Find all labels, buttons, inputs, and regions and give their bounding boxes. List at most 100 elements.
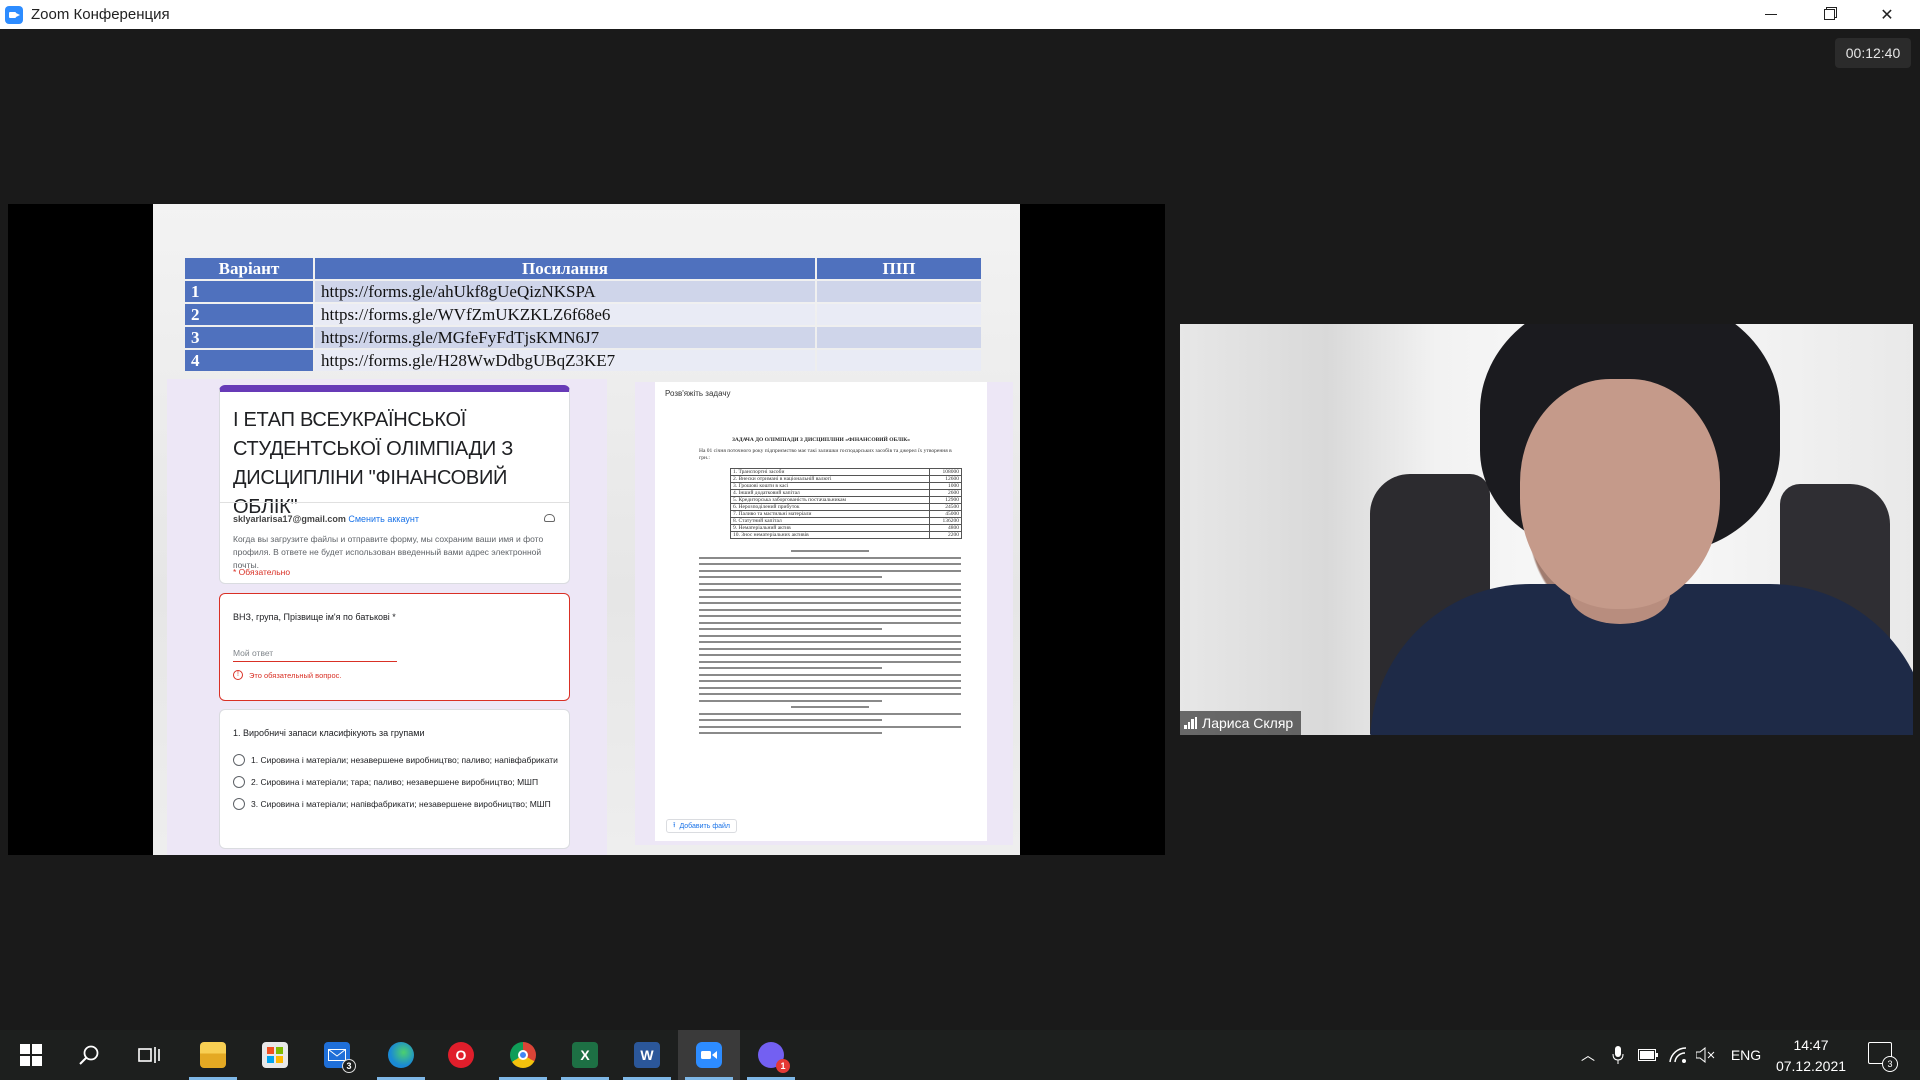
error-icon: ! xyxy=(233,670,243,680)
taskbar-app-edge[interactable] xyxy=(370,1030,432,1080)
error-text: Это обязательный вопрос. xyxy=(249,670,342,680)
volume-tray[interactable] xyxy=(1694,1030,1718,1080)
battery-tray[interactable] xyxy=(1636,1030,1660,1080)
item-value: 12900 xyxy=(929,496,962,504)
radio-option[interactable]: 3. Сировина і матеріали; напівфабрикати;… xyxy=(233,798,551,810)
taskbar-app-word[interactable]: W xyxy=(616,1030,678,1080)
radio-button-icon xyxy=(233,754,245,766)
participant-video[interactable]: Лариса Скляр xyxy=(1180,324,1913,735)
item-value: 24500 xyxy=(929,503,962,511)
item-value: 2200 xyxy=(929,531,962,539)
viber-badge: 1 xyxy=(776,1059,790,1073)
variants-table: Варіант Посилання ПІП 1 https://forms.gl… xyxy=(183,256,983,373)
question-card-inventory: 1. Виробничі запаси класифікують за груп… xyxy=(219,709,570,849)
taskbar-app-store[interactable] xyxy=(244,1030,306,1080)
table-row: 3 https://forms.gle/MGfeFyFdTjsKMN6J7 xyxy=(185,327,981,348)
participant-face xyxy=(1520,379,1720,609)
task-view-button[interactable] xyxy=(118,1030,180,1080)
table-row: 2 https://forms.gle/WVfZmUKZKLZ6f68e6 xyxy=(185,304,981,325)
table-header: Варіант xyxy=(185,258,313,279)
item-name: 9. Нематеріальний актив xyxy=(730,524,930,532)
start-icon xyxy=(20,1044,42,1066)
form-link[interactable]: https://forms.gle/H28WwDdbgUBqZ3KE7 xyxy=(315,350,815,371)
window-title: Zoom Конференция xyxy=(31,6,170,23)
document-title: ЗАДАЧА ДО ОЛІМПІАДИ З ДИСЦИПЛІНИ «ФІНАНС… xyxy=(732,437,910,443)
table-row: 1. Транспортні засоби 108000 xyxy=(730,468,962,476)
task-text-block xyxy=(699,550,961,739)
item-name: 5. Кредиторська заборгованість постачаль… xyxy=(730,496,930,504)
taskbar-app-excel[interactable]: X xyxy=(554,1030,616,1080)
question-card-name: ВНЗ, група, Прізвище ім'я по батькові * … xyxy=(219,593,570,701)
table-header: Посилання xyxy=(315,258,815,279)
form-link[interactable]: https://forms.gle/ahUkf8gUeQizNKSPA xyxy=(315,281,815,302)
task-view-icon xyxy=(138,1047,160,1063)
pib-cell xyxy=(817,350,981,371)
account-email-text: sklyarlarisa17@gmail.com xyxy=(233,514,346,524)
title-bar: Zoom Конференция ✕ xyxy=(0,0,1920,29)
close-icon: ✕ xyxy=(1880,6,1894,24)
table-row: 7. Паливо та мастильні матеріали 45000 xyxy=(730,510,962,518)
taskbar-app-chrome[interactable] xyxy=(492,1030,554,1080)
search-button[interactable] xyxy=(58,1030,120,1080)
restore-button[interactable] xyxy=(1800,0,1858,29)
radio-option[interactable]: 2. Сировина і матеріали; тара; паливо; н… xyxy=(233,776,538,788)
item-name: 1. Транспортні засоби xyxy=(730,468,930,476)
table-row: 10. Знос нематеріальних активів 2200 xyxy=(730,531,962,539)
divider xyxy=(220,502,569,503)
answer-input[interactable]: Мой ответ xyxy=(233,648,397,662)
language-indicator[interactable]: ENG xyxy=(1726,1030,1766,1080)
store-icon xyxy=(262,1042,288,1068)
show-hidden-icons[interactable]: ︿ xyxy=(1576,1030,1600,1080)
battery-icon xyxy=(1638,1049,1658,1061)
close-button[interactable]: ✕ xyxy=(1858,0,1916,29)
taskbar-app-zoom[interactable] xyxy=(678,1030,740,1080)
form-link[interactable]: https://forms.gle/WVfZmUKZKLZ6f68e6 xyxy=(315,304,815,325)
taskbar-clock[interactable]: 14:47 07.12.2021 xyxy=(1768,1035,1854,1077)
minimize-button[interactable] xyxy=(1742,0,1800,29)
table-header: ПІП xyxy=(817,258,981,279)
variant-number: 3 xyxy=(185,327,313,348)
item-value: 45000 xyxy=(929,510,962,518)
taskbar-app-viber[interactable]: 1 xyxy=(740,1030,802,1080)
pib-cell xyxy=(817,327,981,348)
taskbar-app-opera[interactable]: O xyxy=(430,1030,492,1080)
word-icon: W xyxy=(634,1042,660,1068)
item-name: 3. Грошові кошти в касі xyxy=(730,482,930,490)
account-email: sklyarlarisa17@gmail.com Сменить аккаунт xyxy=(233,514,419,524)
item-value: 12600 xyxy=(929,475,962,483)
add-file-button[interactable]: ⭱ Добавить файл xyxy=(666,819,737,833)
mail-icon: 3 xyxy=(324,1042,356,1073)
option-label: 2. Сировина і матеріали; тара; паливо; н… xyxy=(251,777,539,787)
clock-date: 07.12.2021 xyxy=(1775,1058,1847,1074)
start-button[interactable] xyxy=(0,1030,62,1080)
option-label: 1. Сировина і матеріали; незавершене вир… xyxy=(251,755,558,765)
microphone-tray[interactable] xyxy=(1606,1030,1630,1080)
zoom-icon xyxy=(696,1042,722,1068)
presentation-slide: Варіант Посилання ПІП 1 https://forms.gl… xyxy=(153,204,1020,855)
edge-icon xyxy=(388,1042,414,1068)
form-link[interactable]: https://forms.gle/MGfeFyFdTjsKMN6J7 xyxy=(315,327,815,348)
radio-button-icon xyxy=(233,798,245,810)
pib-cell xyxy=(817,281,981,302)
table-header-row: Варіант Посилання ПІП xyxy=(185,258,981,279)
table-row: 8. Статутний капітал 136200 xyxy=(730,517,962,525)
item-value: 1000 xyxy=(929,482,962,490)
wifi-tray[interactable] xyxy=(1666,1030,1690,1080)
radio-option[interactable]: 1. Сировина і матеріали; незавершене вир… xyxy=(233,754,558,766)
clock-time: 14:47 xyxy=(1793,1037,1829,1053)
item-name: 8. Статутний капітал xyxy=(730,517,930,525)
item-name: 4. Інший додатковий капітал xyxy=(730,489,930,497)
task-document: Розв'яжіть задачу ЗАДАЧА ДО ОЛІМПІАДИ З … xyxy=(655,382,987,841)
item-value: 2600 xyxy=(929,489,962,497)
participant-name-tag: Лариса Скляр xyxy=(1180,711,1302,735)
variant-number: 1 xyxy=(185,281,313,302)
mail-badge: 3 xyxy=(342,1059,356,1073)
chrome-icon xyxy=(510,1042,536,1068)
signal-strength-icon xyxy=(1184,717,1197,729)
table-row: 5. Кредиторська заборгованість постачаль… xyxy=(730,496,962,504)
taskbar-app-explorer[interactable] xyxy=(182,1030,244,1080)
table-row: 1 https://forms.gle/ahUkf8gUeQizNKSPA xyxy=(185,281,981,302)
taskbar-app-mail[interactable]: 3 xyxy=(306,1030,368,1080)
item-value: 4800 xyxy=(929,524,962,532)
switch-account-link[interactable]: Сменить аккаунт xyxy=(348,514,419,524)
